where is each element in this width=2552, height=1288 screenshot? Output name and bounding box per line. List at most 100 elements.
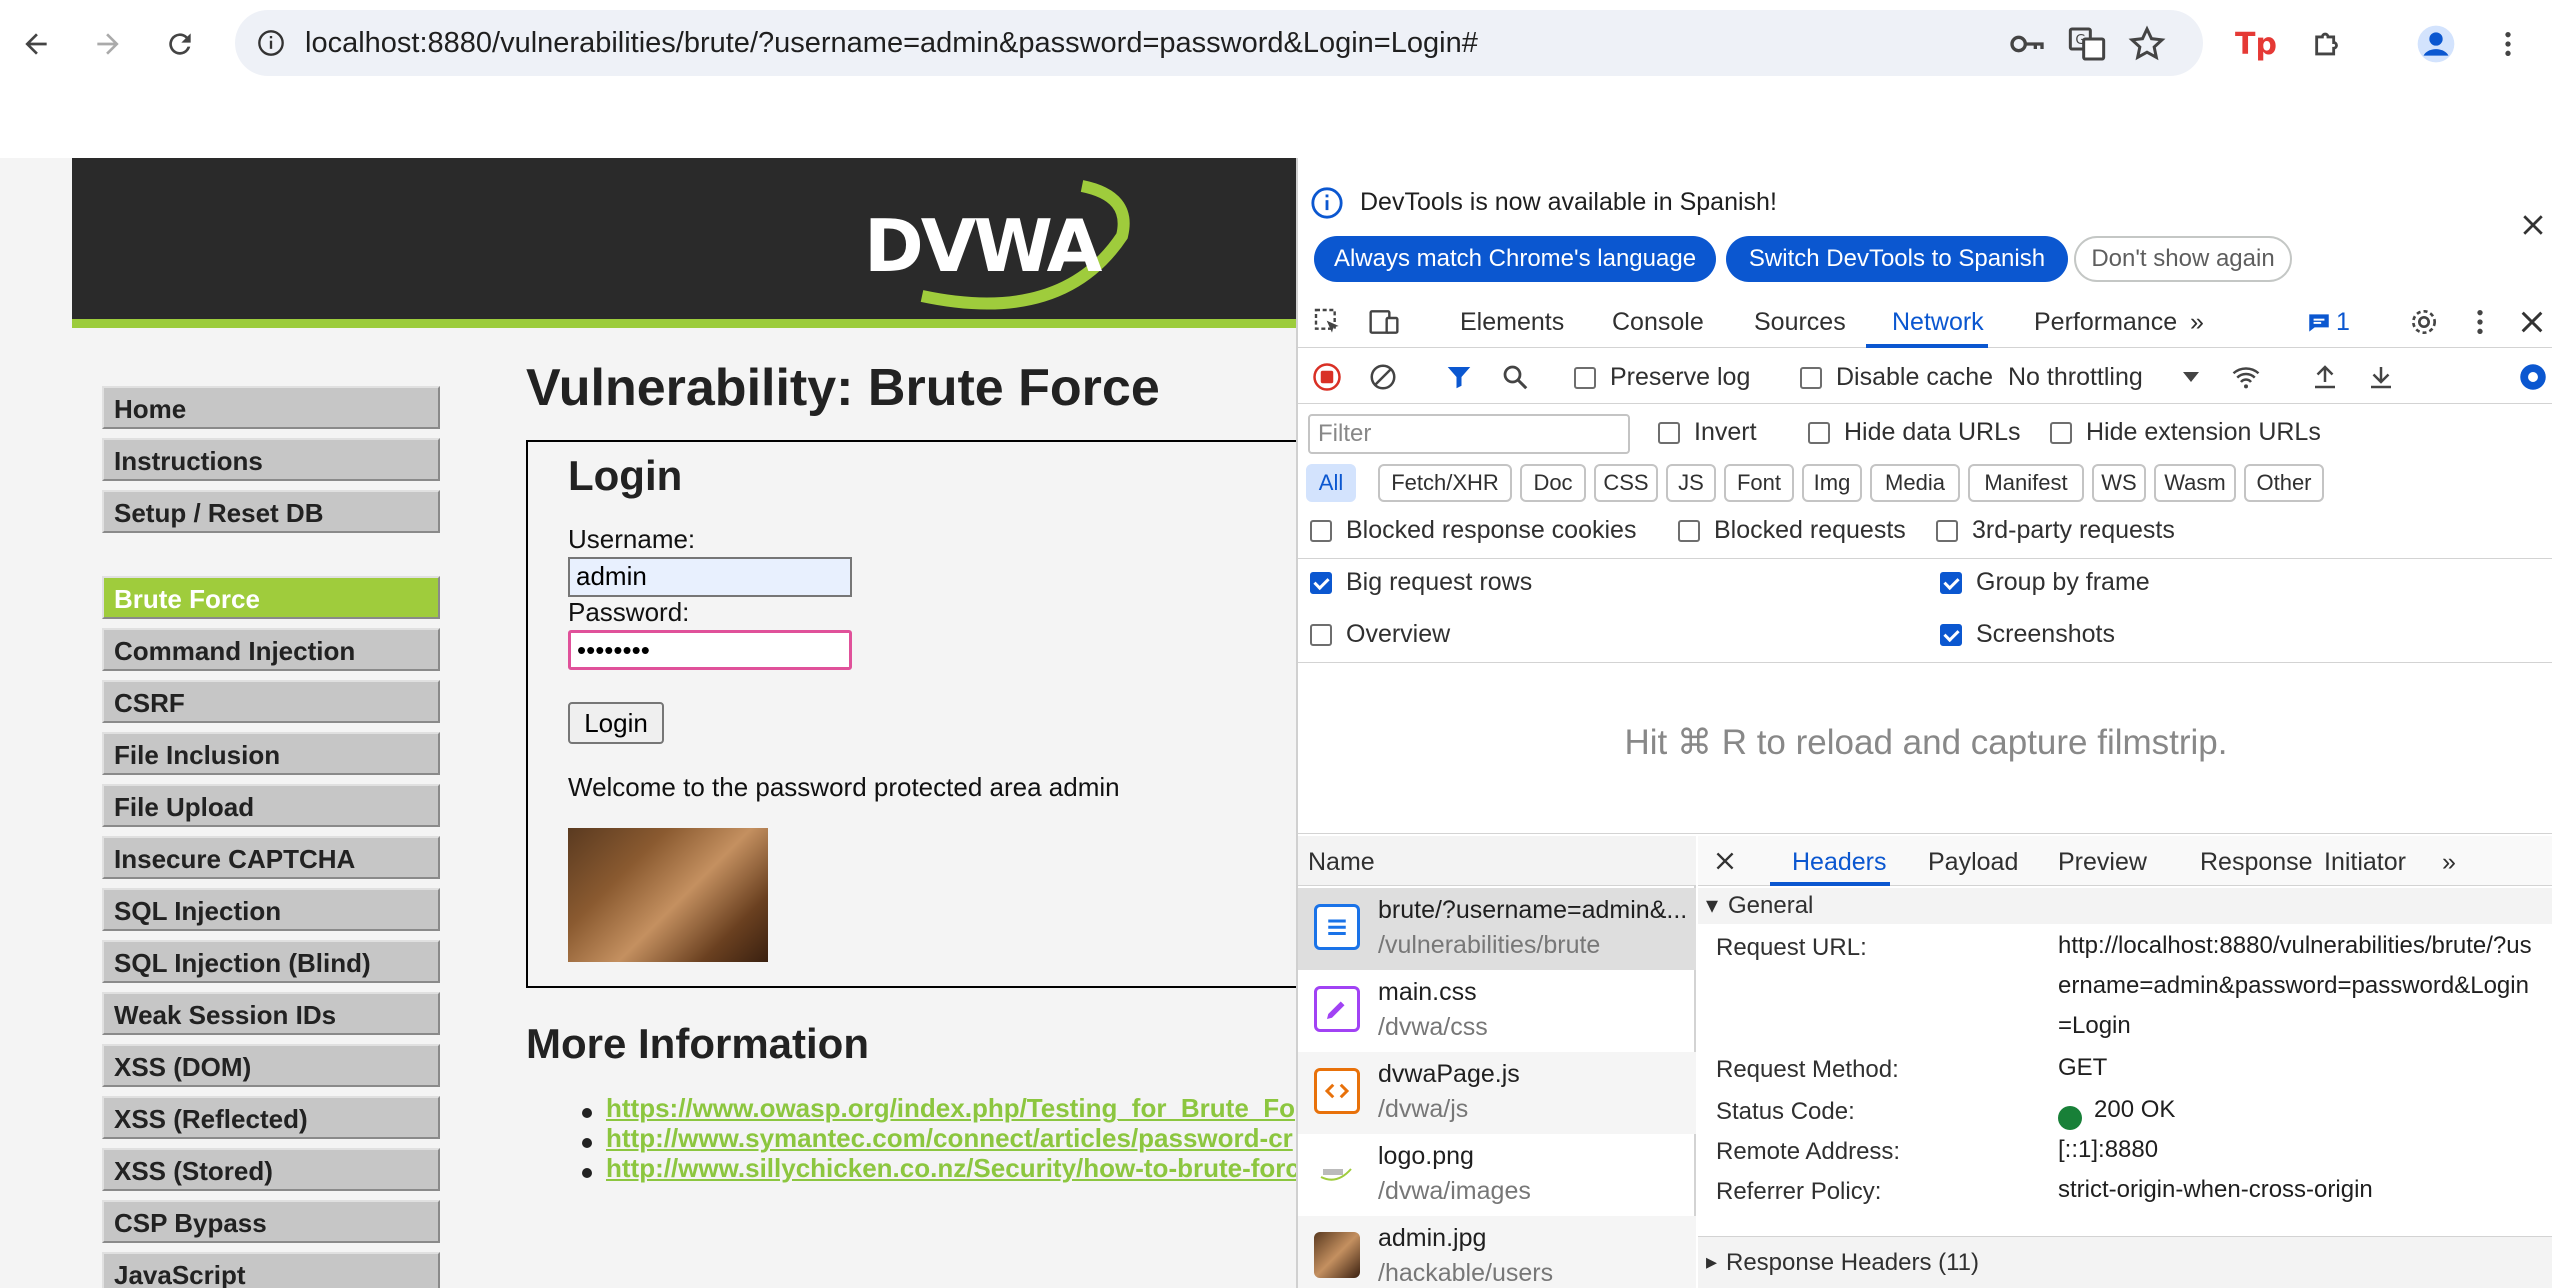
back-icon[interactable] xyxy=(14,22,58,66)
menu-item-command-injection[interactable]: Command Injection xyxy=(102,628,440,671)
menu-item-instructions[interactable]: Instructions xyxy=(102,438,440,481)
menu-item-sql-injection[interactable]: SQL Injection xyxy=(102,888,440,931)
network-settings-gear-icon[interactable] xyxy=(2516,360,2550,394)
import-har-icon[interactable] xyxy=(2310,362,2340,392)
extension-tp-icon[interactable]: Tp xyxy=(2234,22,2278,66)
filter-funnel-icon[interactable] xyxy=(1444,362,1474,392)
menu-item-insecure-captcha[interactable]: Insecure CAPTCHA xyxy=(102,836,440,879)
throttling-dropdown-icon[interactable] xyxy=(2182,370,2200,384)
settings-gear-icon[interactable] xyxy=(2408,306,2440,338)
menu-item-csrf[interactable]: CSRF xyxy=(102,680,440,723)
chip-ws[interactable]: WS xyxy=(2092,464,2146,502)
issues-message-icon[interactable] xyxy=(2306,310,2332,336)
chip-doc[interactable]: Doc xyxy=(1520,464,1586,502)
device-toolbar-icon[interactable] xyxy=(1368,306,1400,338)
menu-item-xss-dom[interactable]: XSS (DOM) xyxy=(102,1044,440,1087)
more-info-link[interactable]: https://www.owasp.org/index.php/Testing_… xyxy=(606,1093,1295,1124)
url-text[interactable]: localhost:8880/vulnerabilities/brute/?us… xyxy=(305,27,1478,60)
big-request-rows-checkbox[interactable] xyxy=(1310,572,1332,594)
login-button[interactable]: Login xyxy=(568,702,664,744)
request-row[interactable]: main.css /dvwa/css xyxy=(1298,970,1696,1052)
blocked-cookies-checkbox[interactable] xyxy=(1310,520,1332,542)
chip-font[interactable]: Font xyxy=(1724,464,1794,502)
menu-item-sql-injection-blind[interactable]: SQL Injection (Blind) xyxy=(102,940,440,983)
chip-media[interactable]: Media xyxy=(1870,464,1960,502)
request-row[interactable]: admin.jpg /hackable/users xyxy=(1298,1216,1696,1288)
chip-css[interactable]: CSS xyxy=(1594,464,1658,502)
key-icon[interactable] xyxy=(2007,24,2047,64)
tab-response[interactable]: Response xyxy=(2200,848,2313,877)
tab-console[interactable]: Console xyxy=(1612,308,1704,337)
match-language-button[interactable]: Always match Chrome's language xyxy=(1314,236,1716,282)
more-tabs-chevron-icon[interactable]: » xyxy=(2190,308,2204,337)
export-har-icon[interactable] xyxy=(2366,362,2396,392)
remote-address-value[interactable]: [::1]:8880 xyxy=(2058,1130,2538,1170)
name-column-header[interactable]: Name xyxy=(1298,836,1696,886)
tab-sources[interactable]: Sources xyxy=(1754,308,1846,337)
extensions-puzzle-icon[interactable] xyxy=(2306,22,2350,66)
tab-initiator[interactable]: Initiator xyxy=(2324,848,2406,877)
request-method-value[interactable]: GET xyxy=(2058,1048,2538,1088)
chip-all[interactable]: All xyxy=(1306,464,1356,502)
close-devtools-icon[interactable] xyxy=(2516,306,2548,338)
filter-input[interactable]: Filter xyxy=(1308,414,1630,454)
dont-show-again-button[interactable]: Don't show again xyxy=(2074,236,2292,282)
search-icon[interactable] xyxy=(1500,362,1530,392)
response-headers-section[interactable]: ▸ Response Headers (11) xyxy=(1698,1236,2552,1288)
hide-data-urls-checkbox[interactable] xyxy=(1808,422,1830,444)
tab-headers[interactable]: Headers xyxy=(1792,848,1887,877)
tab-elements[interactable]: Elements xyxy=(1460,308,1564,337)
profile-avatar-icon[interactable] xyxy=(2414,22,2458,66)
tab-performance[interactable]: Performance xyxy=(2034,308,2177,337)
menu-item-javascript[interactable]: JavaScript xyxy=(102,1252,440,1288)
clear-icon[interactable] xyxy=(1368,362,1398,392)
switch-language-button[interactable]: Switch DevTools to Spanish xyxy=(1726,236,2068,282)
hide-extension-urls-checkbox[interactable] xyxy=(2050,422,2072,444)
third-party-checkbox[interactable] xyxy=(1936,520,1958,542)
bookmark-star-icon[interactable] xyxy=(2127,24,2167,64)
inspect-element-icon[interactable] xyxy=(1312,306,1344,338)
status-code-value[interactable]: 200 OK xyxy=(2094,1090,2534,1130)
password-field[interactable]: •••••••• xyxy=(568,630,852,670)
disable-cache-checkbox[interactable] xyxy=(1800,367,1822,389)
more-info-link[interactable]: http://www.sillychicken.co.nz/Security/h… xyxy=(606,1153,1296,1184)
request-row[interactable]: brute/?username=admin&... /vulnerabiliti… xyxy=(1298,888,1696,970)
request-url-value[interactable]: http://localhost:8880/vulnerabilities/br… xyxy=(2058,926,2538,1046)
screenshots-checkbox[interactable] xyxy=(1940,624,1962,646)
chip-img[interactable]: Img xyxy=(1802,464,1862,502)
throttling-select[interactable]: No throttling xyxy=(2008,363,2143,392)
tab-network[interactable]: Network xyxy=(1892,308,1984,337)
translate-icon[interactable]: G xyxy=(2067,24,2107,64)
blocked-requests-checkbox[interactable] xyxy=(1678,520,1700,542)
devtools-menu-icon[interactable] xyxy=(2464,306,2496,338)
preserve-log-checkbox[interactable] xyxy=(1574,367,1596,389)
referrer-policy-value[interactable]: strict-origin-when-cross-origin xyxy=(2058,1170,2538,1210)
stop-recording-icon[interactable] xyxy=(1312,362,1342,392)
reload-icon[interactable] xyxy=(158,22,202,66)
menu-item-xss-reflected[interactable]: XSS (Reflected) xyxy=(102,1096,440,1139)
close-detail-icon[interactable] xyxy=(1712,848,1738,874)
tab-preview[interactable]: Preview xyxy=(2058,848,2147,877)
menu-item-csp-bypass[interactable]: CSP Bypass xyxy=(102,1200,440,1243)
menu-item-xss-stored[interactable]: XSS (Stored) xyxy=(102,1148,440,1191)
site-info-icon[interactable] xyxy=(257,29,285,57)
forward-icon[interactable] xyxy=(86,22,130,66)
menu-item-weak-session-ids[interactable]: Weak Session IDs xyxy=(102,992,440,1035)
menu-item-home[interactable]: Home xyxy=(102,386,440,429)
menu-item-setup[interactable]: Setup / Reset DB xyxy=(102,490,440,533)
chip-js[interactable]: JS xyxy=(1666,464,1716,502)
close-banner-icon[interactable] xyxy=(2518,210,2548,240)
chip-wasm[interactable]: Wasm xyxy=(2154,464,2236,502)
chip-fetch-xhr[interactable]: Fetch/XHR xyxy=(1378,464,1512,502)
request-row[interactable]: logo.png /dvwa/images xyxy=(1298,1134,1696,1216)
more-detail-tabs-chevron-icon[interactable]: » xyxy=(2442,848,2456,877)
address-bar[interactable]: localhost:8880/vulnerabilities/brute/?us… xyxy=(235,10,2203,76)
menu-item-brute-force[interactable]: Brute Force xyxy=(102,576,440,619)
menu-item-file-inclusion[interactable]: File Inclusion xyxy=(102,732,440,775)
issues-count[interactable]: 1 xyxy=(2336,308,2350,337)
menu-item-file-upload[interactable]: File Upload xyxy=(102,784,440,827)
overview-checkbox[interactable] xyxy=(1310,624,1332,646)
network-conditions-icon[interactable] xyxy=(2230,362,2262,392)
more-info-link[interactable]: http://www.symantec.com/connect/articles… xyxy=(606,1123,1293,1154)
tab-payload[interactable]: Payload xyxy=(1928,848,2018,877)
